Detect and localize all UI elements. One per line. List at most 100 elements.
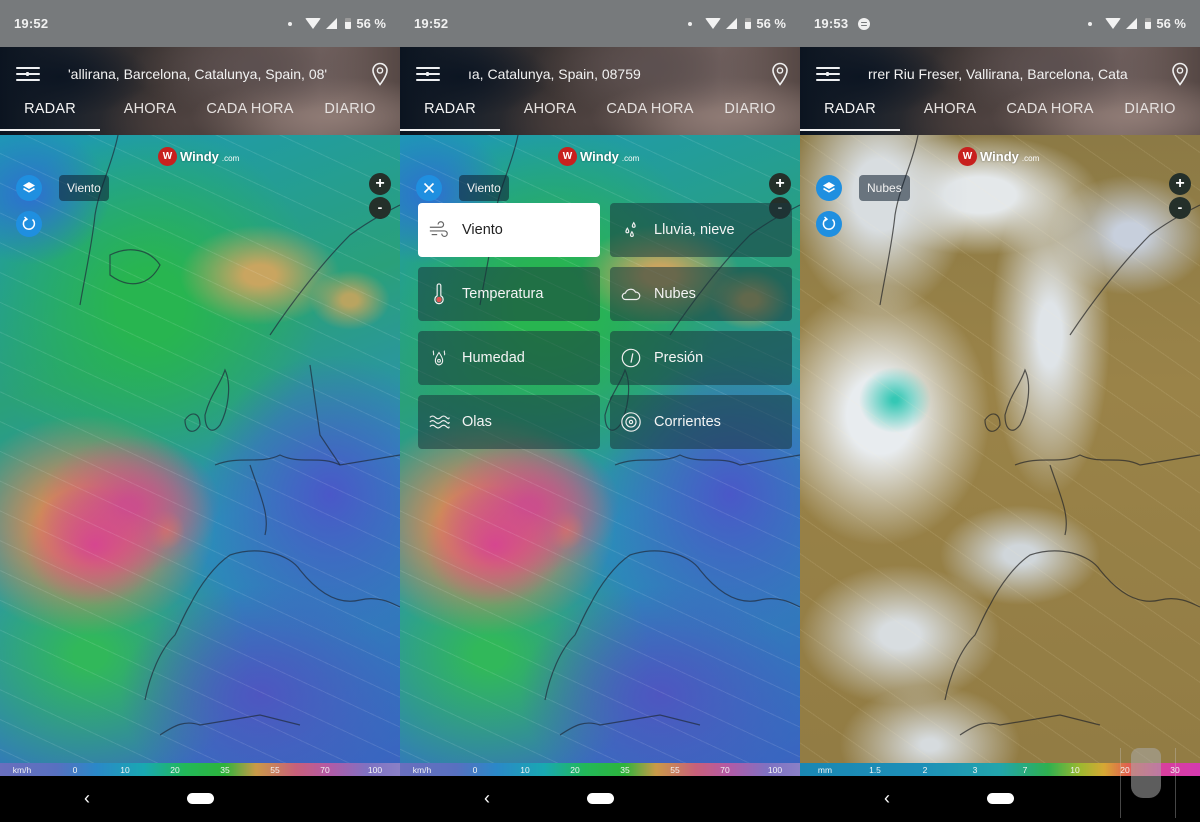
- color-scale-legend: km/h 0 10 20 35 55 70 100: [400, 763, 800, 776]
- windy-logo-domain: .com: [221, 154, 240, 163]
- home-button[interactable]: [987, 793, 1014, 804]
- layers-button[interactable]: [816, 175, 842, 201]
- battery-percent: 56 %: [756, 16, 786, 31]
- overlay-option-label: Temperatura: [462, 286, 544, 302]
- status-time: 19:53: [814, 16, 849, 31]
- home-button[interactable]: [587, 793, 614, 804]
- legend-tick: 20: [170, 764, 180, 775]
- weather-map[interactable]: W Windy .com Viento + - Viento Lluvia, n…: [400, 135, 800, 763]
- overlay-option-label: Olas: [462, 414, 492, 430]
- legend-tick: 20: [570, 764, 580, 775]
- weather-map[interactable]: W Windy .com Nubes + -: [800, 135, 1200, 763]
- phone-screen-clouds: 19:53 56 % rrer Riu Freser, Vallirana, B…: [800, 0, 1200, 822]
- app-header: rrer Riu Freser, Vallirana, Barcelona, C…: [800, 47, 1200, 135]
- cloud-icon: [621, 288, 641, 301]
- legend-tick: 10: [120, 764, 130, 775]
- tab-diario[interactable]: DIARIO: [700, 99, 800, 135]
- status-bar: 19:52 56 %: [400, 0, 800, 47]
- tab-bar: RADAR AHORA CADA HORA DIARIO: [0, 99, 400, 135]
- humidity-icon: [432, 350, 446, 366]
- current-overlay-label[interactable]: Viento: [459, 175, 509, 201]
- battery-percent: 56 %: [1156, 16, 1186, 31]
- menu-button[interactable]: [816, 65, 840, 85]
- battery-icon: [745, 18, 752, 29]
- battery-icon: [1145, 18, 1152, 29]
- android-nav-bar: ‹: [400, 776, 800, 822]
- layers-button[interactable]: [16, 175, 42, 201]
- layers-icon: [823, 182, 835, 193]
- current-overlay-label[interactable]: Viento: [59, 175, 109, 201]
- legend-tick: 10: [1070, 764, 1080, 775]
- overlay-option-corrientes[interactable]: Corrientes: [610, 395, 792, 449]
- tab-radar[interactable]: RADAR: [0, 99, 100, 135]
- menu-button[interactable]: [416, 65, 440, 85]
- reload-button[interactable]: [816, 211, 842, 237]
- legend-tick: 0: [472, 764, 478, 775]
- tab-cada-hora[interactable]: CADA HORA: [200, 99, 300, 135]
- overlay-option-presion[interactable]: Presión: [610, 331, 792, 385]
- overlay-option-label: Nubes: [654, 286, 696, 302]
- location-field[interactable]: rrer Riu Freser, Vallirana, Barcelona, C…: [868, 66, 1138, 82]
- zoom-in-button[interactable]: +: [1169, 173, 1191, 195]
- legend-tick: 55: [270, 764, 280, 775]
- overlay-option-humedad[interactable]: Humedad: [418, 331, 600, 385]
- location-pin-icon[interactable]: [371, 62, 389, 86]
- menu-button[interactable]: [16, 65, 40, 85]
- tab-diario[interactable]: DIARIO: [1100, 99, 1200, 135]
- zoom-in-button[interactable]: +: [769, 173, 791, 195]
- screenshot-collage: 19:52 56 % 'allirana, Barcelona, Catalun…: [0, 0, 1200, 822]
- wifi-icon: [705, 18, 722, 29]
- tab-cada-hora[interactable]: CADA HORA: [1000, 99, 1100, 135]
- legend-tick: 100: [767, 764, 783, 775]
- signal-icon: [326, 18, 338, 29]
- tab-radar[interactable]: RADAR: [800, 99, 900, 135]
- back-button[interactable]: ‹: [480, 788, 494, 808]
- location-pin-icon[interactable]: [771, 62, 789, 86]
- windy-logo: W Windy .com: [158, 147, 239, 166]
- legend-tick: 100: [367, 764, 383, 775]
- watermark: [1120, 748, 1176, 818]
- tab-diario[interactable]: DIARIO: [300, 99, 400, 135]
- notification-dot-icon: [688, 21, 693, 26]
- legend-tick: 2: [922, 764, 928, 775]
- overlay-option-lluvia-nieve[interactable]: Lluvia, nieve: [610, 203, 792, 257]
- tab-bar: RADAR AHORA CADA HORA DIARIO: [400, 99, 800, 135]
- notification-dot-icon: [1088, 21, 1093, 26]
- app-header: ıa, Catalunya, Spain, 08759 RADAR AHORA …: [400, 47, 800, 135]
- tab-cada-hora[interactable]: CADA HORA: [600, 99, 700, 135]
- overlay-option-nubes[interactable]: Nubes: [610, 267, 792, 321]
- location-field[interactable]: ıa, Catalunya, Spain, 08759: [468, 66, 738, 82]
- wifi-icon: [305, 18, 322, 29]
- legend-tick: 0: [72, 764, 78, 775]
- overlay-option-label: Lluvia, nieve: [654, 222, 735, 238]
- tab-ahora[interactable]: AHORA: [900, 99, 1000, 135]
- overlay-option-olas[interactable]: Olas: [418, 395, 600, 449]
- zoom-out-button[interactable]: -: [1169, 197, 1191, 219]
- tab-ahora[interactable]: AHORA: [100, 99, 200, 135]
- legend-tick: 10: [520, 764, 530, 775]
- tab-ahora[interactable]: AHORA: [500, 99, 600, 135]
- wind-icon: [429, 221, 448, 237]
- windy-logo-domain: .com: [621, 154, 640, 163]
- zoom-in-button[interactable]: +: [369, 173, 391, 195]
- location-pin-icon[interactable]: [1171, 62, 1189, 86]
- pressure-gauge-icon: [621, 348, 641, 368]
- legend-tick: 35: [620, 764, 630, 775]
- legend-unit: mm: [817, 764, 833, 775]
- overlay-option-label: Viento: [462, 222, 503, 238]
- location-field[interactable]: 'allirana, Barcelona, Catalunya, Spain, …: [68, 66, 338, 82]
- legend-unit: km/h: [412, 764, 432, 775]
- home-button[interactable]: [187, 793, 214, 804]
- signal-icon: [726, 18, 738, 29]
- weather-map[interactable]: W Windy .com Viento + -: [0, 135, 400, 763]
- overlay-option-viento[interactable]: Viento: [418, 203, 600, 257]
- zoom-out-button[interactable]: -: [369, 197, 391, 219]
- current-overlay-label[interactable]: Nubes: [859, 175, 910, 201]
- close-picker-button[interactable]: [416, 175, 442, 201]
- back-button[interactable]: ‹: [80, 788, 94, 808]
- overlay-option-temperatura[interactable]: Temperatura: [418, 267, 600, 321]
- status-bar: 19:52 56 %: [0, 0, 400, 47]
- reload-button[interactable]: [16, 211, 42, 237]
- tab-radar[interactable]: RADAR: [400, 99, 500, 135]
- back-button[interactable]: ‹: [880, 788, 894, 808]
